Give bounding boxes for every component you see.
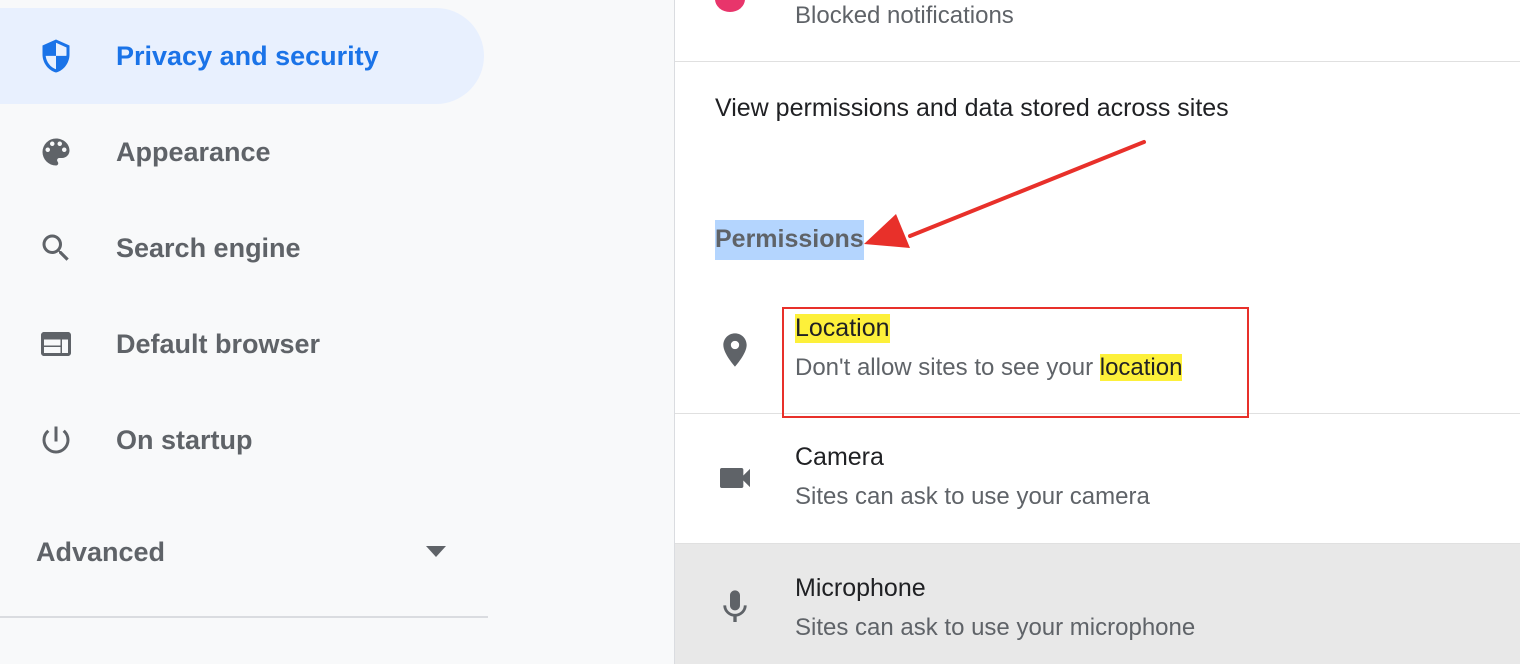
settings-page: Privacy and security Appearance Search e…: [0, 0, 1520, 664]
permission-description: Sites can ask to use your microphone: [795, 614, 1196, 641]
permissions-heading: Permissions: [715, 220, 864, 260]
palette-icon: [38, 134, 74, 170]
permission-row-microphone[interactable]: Microphone Sites can ask to use your mic…: [675, 543, 1520, 664]
permission-row-camera[interactable]: Camera Sites can ask to use your camera: [675, 413, 1520, 543]
permission-description-text: Don't allow sites to see your: [795, 354, 1100, 381]
sidebar-divider: [0, 616, 488, 618]
camera-icon: [720, 468, 750, 488]
sidebar: Privacy and security Appearance Search e…: [0, 0, 674, 664]
advanced-label: Advanced: [36, 536, 166, 567]
location-pin-icon: [723, 333, 747, 367]
search-match-highlight: location: [1099, 354, 1183, 381]
sidebar-item-appearance[interactable]: Appearance: [0, 104, 484, 200]
view-permissions-link[interactable]: View permissions and data stored across …: [715, 94, 1229, 123]
permission-description: Don't allow sites to see your location: [795, 354, 1183, 382]
sidebar-item-search-engine[interactable]: Search engine: [0, 200, 484, 296]
permission-title: Location: [795, 314, 890, 343]
browser-window-icon: [38, 326, 74, 362]
sidebar-item-label: Privacy and security: [116, 40, 379, 71]
main-content: Blocked notifications View permissions a…: [674, 0, 1520, 664]
row-divider: [675, 543, 1520, 544]
notifications-icon: [715, 0, 745, 12]
power-icon: [38, 422, 74, 458]
permission-description: Sites can ask to use your camera: [795, 483, 1150, 510]
sidebar-item-label: Appearance: [116, 136, 271, 167]
permission-title: Microphone: [795, 574, 926, 602]
sidebar-item-label: On startup: [116, 424, 253, 455]
search-icon: [38, 230, 74, 266]
sidebar-item-label: Default browser: [116, 328, 321, 359]
sidebar-item-on-startup[interactable]: On startup: [0, 392, 484, 488]
advanced-toggle[interactable]: Advanced: [0, 506, 484, 598]
caret-down-icon: [426, 546, 446, 557]
sidebar-item-privacy-and-security[interactable]: Privacy and security: [0, 8, 484, 104]
sidebar-item-label: Search engine: [116, 232, 301, 263]
row-divider: [675, 413, 1520, 414]
permission-title: Camera: [795, 443, 884, 471]
blocked-notifications-label: Blocked notifications: [795, 2, 1014, 29]
shield-icon: [38, 38, 74, 74]
permission-row-location[interactable]: Location Don't allow sites to see your l…: [675, 284, 1520, 414]
blocked-notifications-row[interactable]: Blocked notifications: [675, 0, 1520, 62]
sidebar-item-default-browser[interactable]: Default browser: [0, 296, 484, 392]
microphone-icon: [723, 590, 747, 622]
